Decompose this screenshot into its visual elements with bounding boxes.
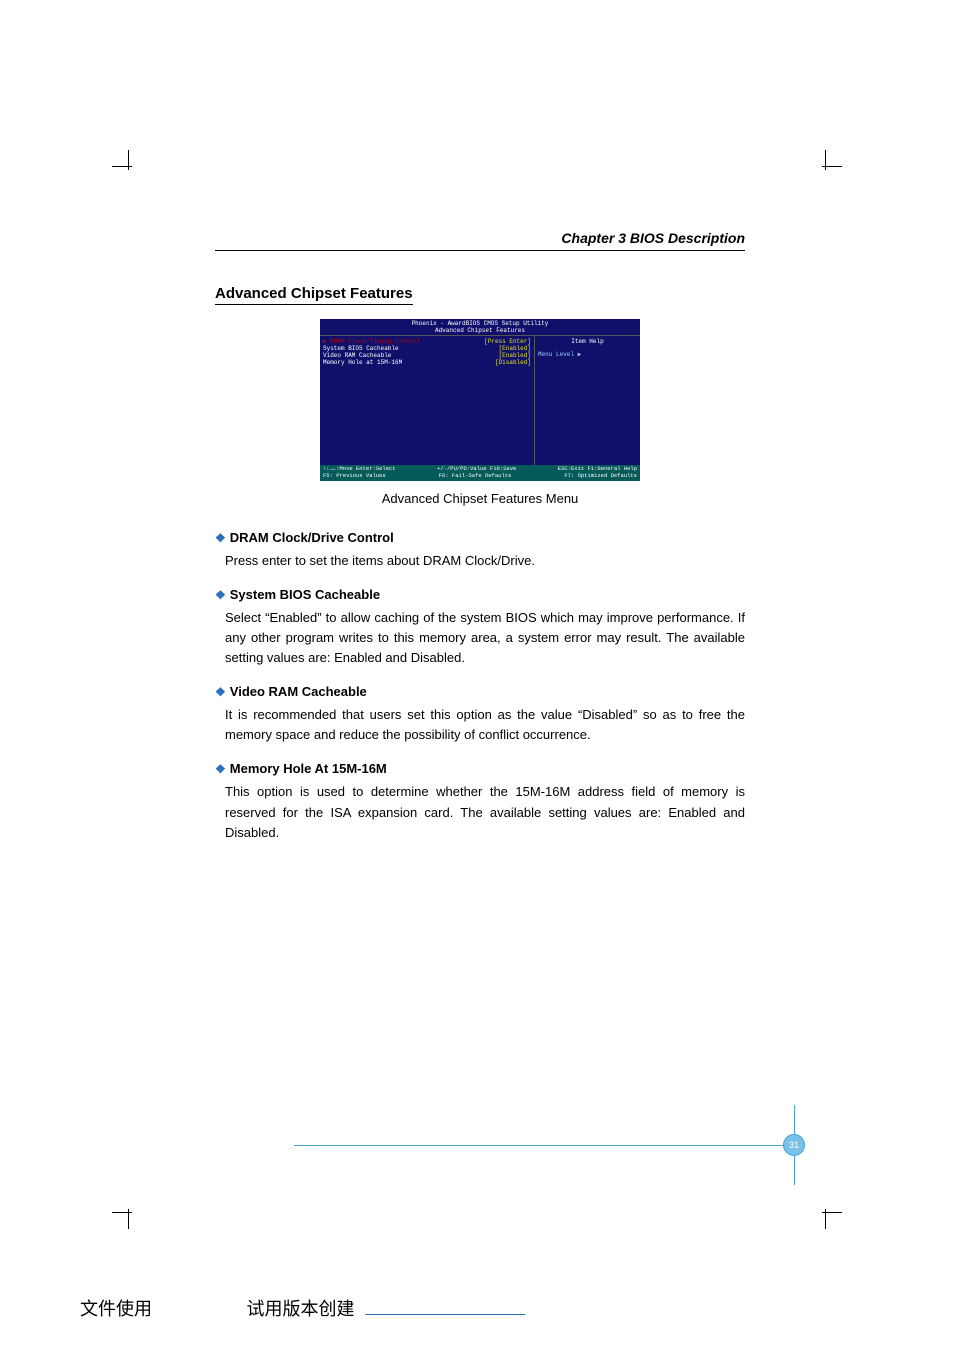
- bios-row-label: Video RAM Cacheable: [323, 352, 499, 359]
- doc-item-title-text: System BIOS Cacheable: [230, 587, 380, 602]
- bios-title-line1: Phoenix - AwardBIOS CMOS Setup Utility: [320, 320, 640, 327]
- crop-mark-top-right: [808, 150, 842, 184]
- bios-title-line2: Advanced Chipset Features: [320, 327, 640, 334]
- bios-row: Video RAM Cacheable [Enabled]: [323, 352, 531, 359]
- bios-row-label: System BIOS Cacheable: [323, 345, 499, 352]
- bios-row-value: [Disabled]: [495, 359, 531, 366]
- doc-item-title-text: Memory Hole At 15M-16M: [230, 761, 387, 776]
- bios-footer: ↑↓→←:Move Enter:Select +/-/PU/PD:Value F…: [320, 465, 640, 480]
- bios-screenshot: Phoenix - AwardBIOS CMOS Setup Utility A…: [320, 319, 640, 481]
- crop-mark-bottom-left: [112, 1195, 146, 1229]
- bios-row: ▶ DRAM Clock/Timing Control [Press Enter…: [323, 338, 531, 345]
- bios-titlebar: Phoenix - AwardBIOS CMOS Setup Utility A…: [320, 319, 640, 335]
- footer-underline: [365, 1314, 525, 1315]
- registration-target: 31: [764, 1115, 824, 1175]
- bios-help-title: Item Help: [538, 338, 637, 345]
- doc-item-body: Press enter to set the items about DRAM …: [215, 551, 745, 571]
- bios-row: Memory Hole at 15M-16M [Disabled]: [323, 359, 531, 366]
- doc-item-title-text: Video RAM Cacheable: [230, 684, 367, 699]
- bios-row-value: [Enabled]: [499, 352, 531, 359]
- bios-body: ▶ DRAM Clock/Timing Control [Press Enter…: [320, 335, 640, 465]
- doc-item-body: It is recommended that users set this op…: [215, 705, 745, 745]
- doc-item-title-text: DRAM Clock/Drive Control: [230, 530, 394, 545]
- crop-mark-bottom-right: [808, 1195, 842, 1229]
- section-title: Advanced Chipset Features: [215, 285, 413, 305]
- bios-row-value: [Enabled]: [499, 345, 531, 352]
- bios-help-line: Menu Level ▶: [538, 351, 637, 358]
- bios-row-value: [Press Enter]: [484, 338, 531, 345]
- bios-left-panel: ▶ DRAM Clock/Timing Control [Press Enter…: [320, 336, 535, 465]
- page-content: Chapter 3 BIOS Description Advanced Chip…: [215, 230, 745, 859]
- bullet-icon: ❖: [215, 531, 226, 545]
- registration-hline: [294, 1145, 794, 1146]
- doc-item: ❖ Memory Hole At 15M-16M This option is u…: [215, 761, 745, 842]
- footer-text-right: 试用版本创建: [247, 1299, 355, 1319]
- bios-footer-cell: F7: Optimized Defaults: [564, 473, 637, 480]
- bios-row-label: Memory Hole at 15M-16M: [323, 359, 495, 366]
- crop-mark-top-left: [112, 150, 146, 184]
- doc-item: ❖ System BIOS Cacheable Select “Enabled” …: [215, 587, 745, 668]
- bios-right-panel: Item Help Menu Level ▶: [535, 336, 640, 465]
- bios-footer-cell: F6: Fail-Safe Defaults: [439, 473, 512, 480]
- bullet-icon: ❖: [215, 588, 226, 602]
- doc-item-body: This option is used to determine whether…: [215, 782, 745, 842]
- doc-item-title: ❖ DRAM Clock/Drive Control: [215, 530, 745, 545]
- doc-item: ❖ Video RAM Cacheable It is recommended t…: [215, 684, 745, 745]
- doc-item-title: ❖ Video RAM Cacheable: [215, 684, 745, 699]
- bios-row: System BIOS Cacheable [Enabled]: [323, 345, 531, 352]
- doc-item-body: Select “Enabled” to allow caching of the…: [215, 608, 745, 668]
- page-number-badge: 31: [783, 1134, 805, 1156]
- footer-text: 文件使用 试用版本创建: [80, 1295, 525, 1321]
- bios-footer-cell: F5: Previous Values: [323, 473, 386, 480]
- footer-text-left: 文件使用: [80, 1299, 152, 1319]
- chapter-header: Chapter 3 BIOS Description: [215, 230, 745, 251]
- bios-row-label: ▶ DRAM Clock/Timing Control: [323, 338, 484, 345]
- bullet-icon: ❖: [215, 762, 226, 776]
- doc-item-title: ❖ Memory Hole At 15M-16M: [215, 761, 745, 776]
- bullet-icon: ❖: [215, 685, 226, 699]
- figure-caption: Advanced Chipset Features Menu: [215, 491, 745, 506]
- doc-item-title: ❖ System BIOS Cacheable: [215, 587, 745, 602]
- doc-item: ❖ DRAM Clock/Drive Control Press enter to…: [215, 530, 745, 571]
